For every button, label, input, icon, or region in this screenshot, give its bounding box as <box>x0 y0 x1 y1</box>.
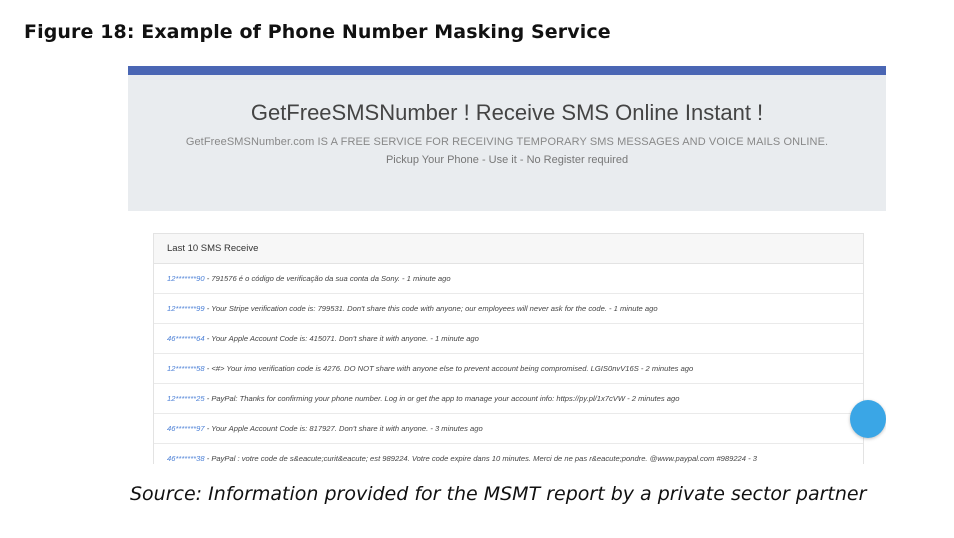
sms-text: - PayPal : votre code de s&eacute;curit&… <box>204 454 757 463</box>
sms-text: - Your Apple Account Code is: 817927. Do… <box>204 424 483 433</box>
hero-banner: GetFreeSMSNumber ! Receive SMS Online In… <box>128 75 886 211</box>
website-screenshot: GetFreeSMSNumber ! Receive SMS Online In… <box>128 66 886 464</box>
sms-row: 46*******64 - Your Apple Account Code is… <box>154 324 863 354</box>
site-description: GetFreeSMSNumber.com IS A FREE SERVICE F… <box>185 136 829 148</box>
sms-text: - Your Stripe verification code is: 7995… <box>204 304 658 313</box>
top-bar <box>128 66 886 75</box>
sms-card-header: Last 10 SMS Receive <box>154 234 863 264</box>
sms-text: - <#> Your imo verification code is 4276… <box>204 364 694 373</box>
sms-card: Last 10 SMS Receive 12*******90 - 791576… <box>153 233 864 464</box>
phone-number-link[interactable]: 46*******97 <box>167 424 205 433</box>
phone-number-link[interactable]: 12*******90 <box>167 274 205 283</box>
phone-number-link[interactable]: 12*******99 <box>167 304 205 313</box>
sms-text: - 791576 é o código de verificação da su… <box>204 274 451 283</box>
site-title: GetFreeSMSNumber ! Receive SMS Online In… <box>250 100 764 125</box>
phone-number-link[interactable]: 12*******25 <box>167 394 205 403</box>
figure-title: Figure 18: Example of Phone Number Maski… <box>24 21 611 43</box>
phone-number-link[interactable]: 46*******64 <box>167 334 205 343</box>
sms-row: 12*******58 - <#> Your imo verification … <box>154 354 863 384</box>
sms-text: - Your Apple Account Code is: 415071. Do… <box>204 334 479 343</box>
sms-row: 46*******38 - PayPal : votre code de s&e… <box>154 444 863 464</box>
sms-text: - PayPal: Thanks for confirming your pho… <box>204 394 680 403</box>
source-caption: Source: Information provided for the MSM… <box>130 483 867 505</box>
phone-number-link[interactable]: 12*******58 <box>167 364 205 373</box>
sms-row: 12*******25 - PayPal: Thanks for confirm… <box>154 384 863 414</box>
sms-row: 12*******99 - Your Stripe verification c… <box>154 294 863 324</box>
floating-action-button[interactable] <box>850 400 886 438</box>
sms-row: 46*******97 - Your Apple Account Code is… <box>154 414 863 444</box>
site-subtitle: Pickup Your Phone - Use it - No Register… <box>385 154 629 166</box>
phone-number-link[interactable]: 46*******38 <box>167 454 205 463</box>
sms-row: 12*******90 - 791576 é o código de verif… <box>154 264 863 294</box>
